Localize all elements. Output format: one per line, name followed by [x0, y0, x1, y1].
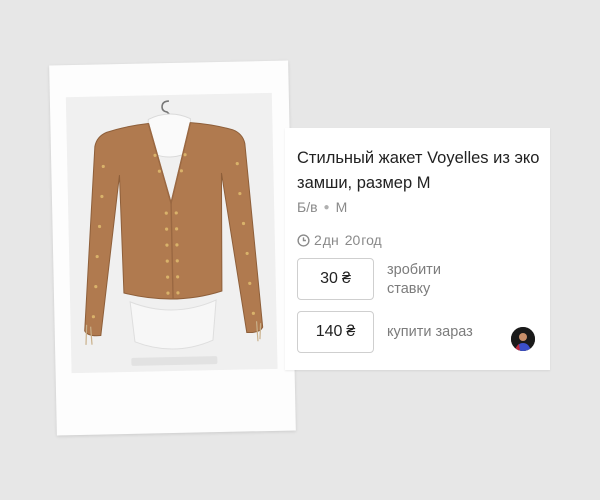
listing-title[interactable]: Стильный жакет Voyelles из эко замши, ра…	[297, 146, 542, 196]
buy-now-currency: ₴	[346, 323, 356, 340]
seller-avatar[interactable]	[511, 327, 535, 351]
listing-card[interactable]: Стильный жакет Voyelles из эко замши, ра…	[285, 128, 550, 370]
buy-now-amount: 140	[315, 323, 343, 340]
separator-dot: ●	[323, 201, 330, 213]
condition-label: Б/в	[297, 199, 318, 215]
hours-value: 20	[344, 232, 361, 248]
product-photo-frame[interactable]	[49, 60, 296, 436]
clock-icon	[297, 233, 310, 247]
buy-now-price-button[interactable]: 140 ₴	[297, 311, 374, 353]
time-left: 2 дн 20 год	[297, 232, 382, 248]
hours-unit: год	[361, 232, 382, 248]
bid-action-label[interactable]: зробити ставку	[387, 261, 467, 299]
bid-price-button[interactable]: 30 ₴	[297, 258, 374, 300]
product-photo[interactable]	[65, 92, 278, 374]
bid-amount: 30	[320, 270, 338, 287]
size-label: M	[335, 199, 348, 215]
buy-now-action-label[interactable]: купити зараз	[387, 323, 473, 342]
listing-meta: Б/в ● M	[297, 199, 347, 215]
jacket-image	[65, 92, 278, 374]
days-unit: дн	[322, 232, 339, 248]
bid-currency: ₴	[341, 270, 351, 287]
days-value: 2	[314, 232, 322, 248]
